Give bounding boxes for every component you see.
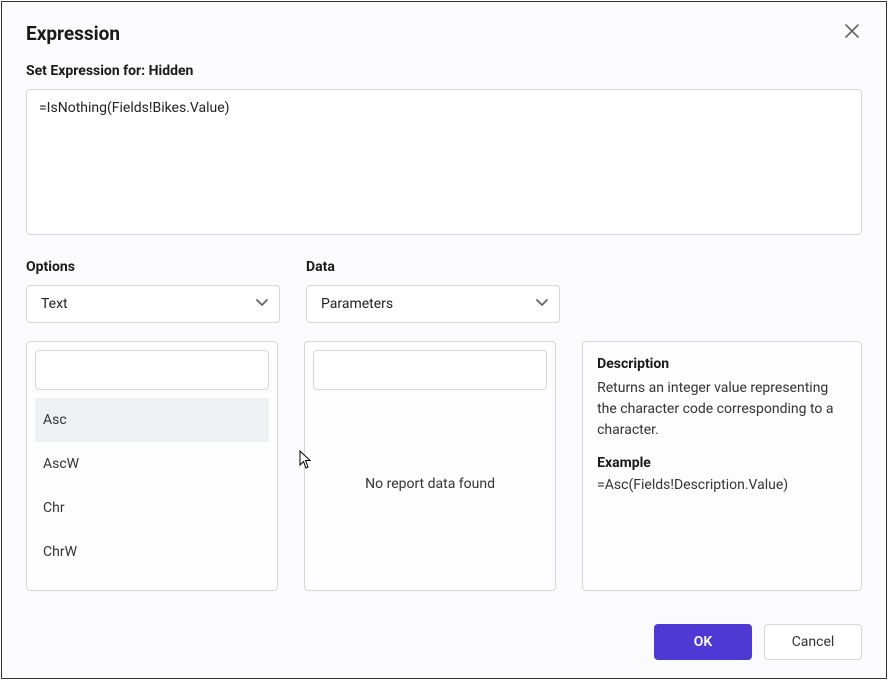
set-expression-label: Set Expression for: Hidden: [26, 63, 862, 79]
options-search-input[interactable]: [35, 350, 269, 390]
expression-dialog: Expression Set Expression for: Hidden Op…: [1, 1, 887, 679]
close-button[interactable]: [842, 22, 862, 42]
data-label: Data: [306, 259, 560, 275]
example-text: =Asc(Fields!Description.Value): [597, 477, 847, 493]
no-data-message: No report data found: [313, 398, 547, 590]
close-icon: [845, 23, 859, 42]
example-heading: Example: [597, 455, 847, 471]
description-heading: Description: [597, 356, 847, 372]
list-item[interactable]: AscW: [35, 442, 269, 486]
dialog-header: Expression: [26, 22, 862, 45]
options-panel: Asc AscW Chr ChrW: [26, 341, 278, 591]
options-list[interactable]: Asc AscW Chr ChrW: [35, 398, 269, 590]
data-search-input[interactable]: [313, 350, 547, 390]
ok-button[interactable]: OK: [654, 624, 752, 660]
list-item[interactable]: ChrW: [35, 530, 269, 574]
options-label: Options: [26, 259, 280, 275]
list-item[interactable]: Chr: [35, 486, 269, 530]
options-select-value: Text: [41, 296, 68, 312]
description-panel: Description Returns an integer value rep…: [582, 341, 862, 591]
options-select[interactable]: Text: [26, 285, 280, 323]
data-panel: No report data found: [304, 341, 556, 591]
cancel-button[interactable]: Cancel: [764, 624, 862, 660]
data-select[interactable]: Parameters: [306, 285, 560, 323]
dialog-footer: OK Cancel: [654, 624, 862, 660]
description-text: Returns an integer value representing th…: [597, 378, 847, 441]
expression-input[interactable]: [26, 89, 862, 235]
dialog-title: Expression: [26, 22, 120, 45]
data-select-value: Parameters: [321, 296, 393, 312]
list-item[interactable]: Asc: [35, 398, 269, 442]
